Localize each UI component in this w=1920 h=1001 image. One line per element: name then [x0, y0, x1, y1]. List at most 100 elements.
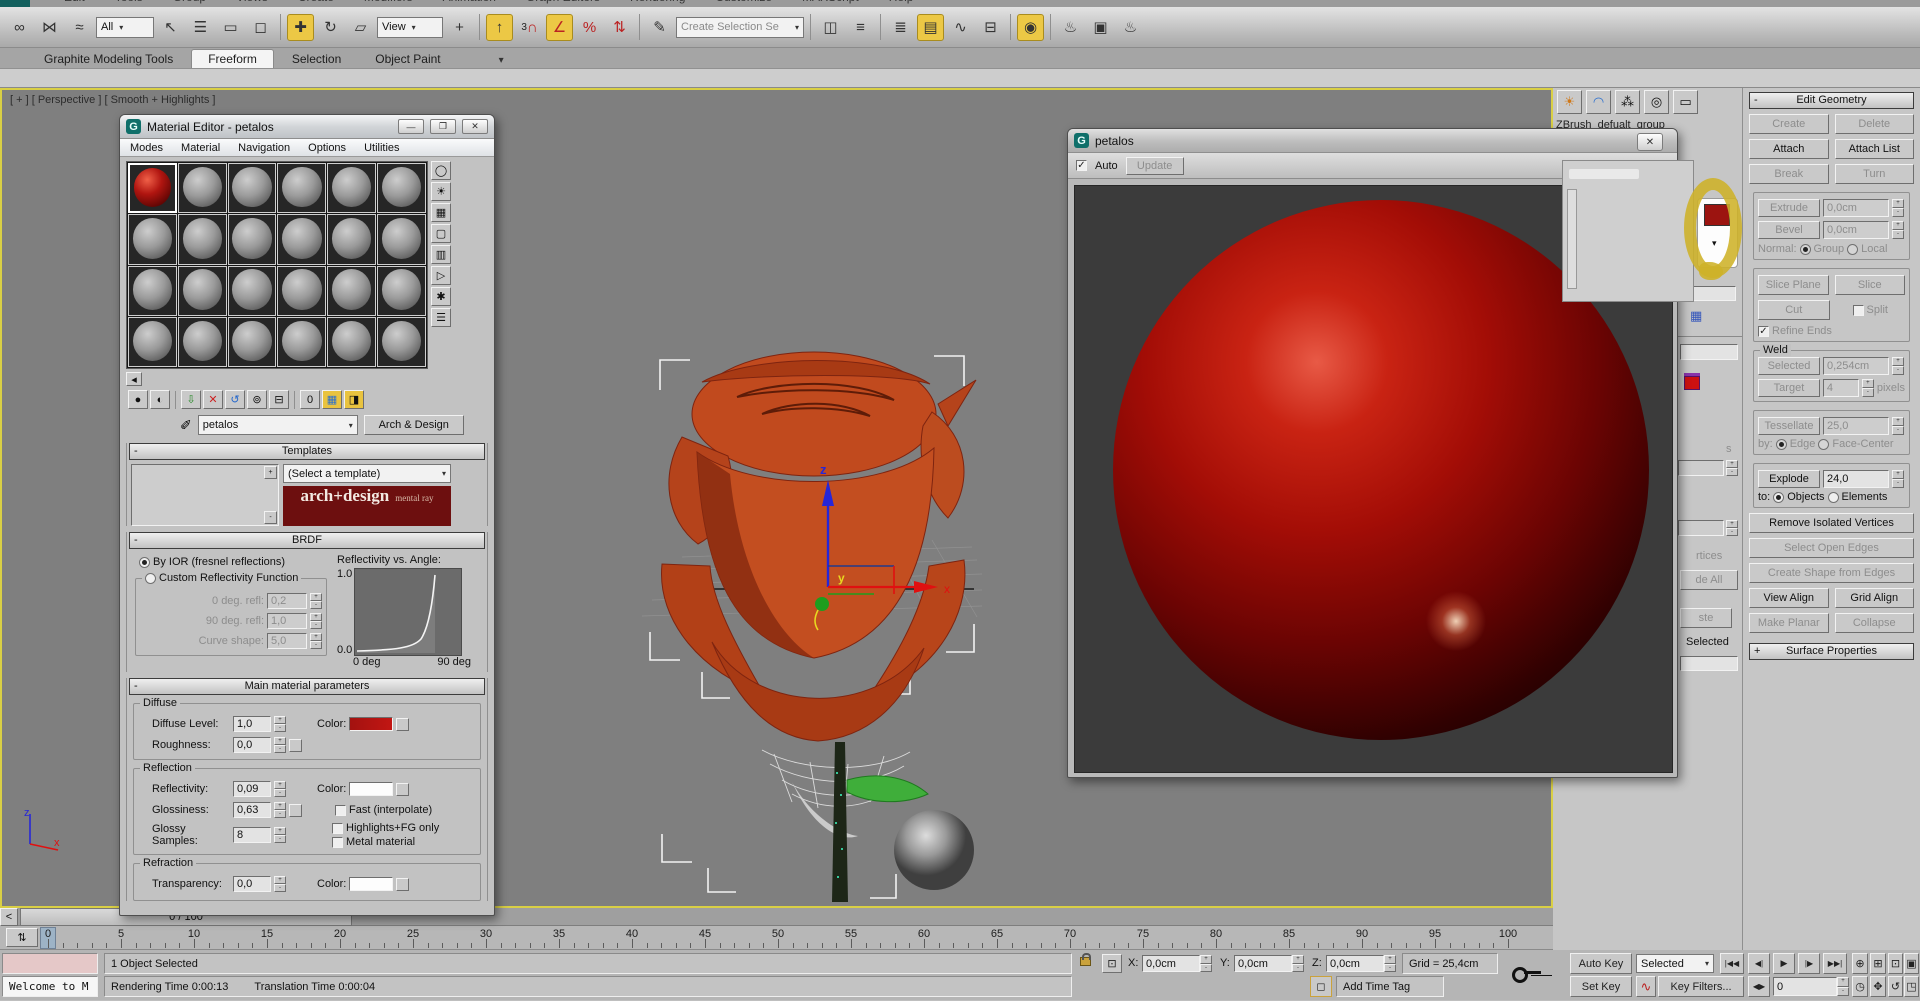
next-frame-icon[interactable]: |▶: [1798, 953, 1820, 974]
roughness-field[interactable]: 0,0: [233, 737, 271, 753]
menu-graph-editors[interactable]: Graph Editors: [526, 0, 600, 4]
select-object-icon[interactable]: ↖: [157, 14, 184, 41]
material-map-navigator-icon[interactable]: ☰: [431, 308, 451, 327]
scroll-down-icon[interactable]: -: [264, 511, 277, 524]
turn-button[interactable]: Turn: [1834, 164, 1914, 184]
sample-slot[interactable]: [177, 214, 227, 265]
sample-slot[interactable]: [327, 214, 377, 265]
tab-object-paint[interactable]: Object Paint: [359, 50, 456, 68]
weld-target-button[interactable]: Target: [1758, 379, 1820, 397]
percent-snap-icon[interactable]: %: [576, 14, 603, 41]
deg90-field[interactable]: 1,0: [267, 613, 307, 629]
unlink-selection-icon[interactable]: ⋈: [36, 14, 63, 41]
material-type-button[interactable]: Arch & Design: [363, 415, 464, 435]
zoom-icon[interactable]: ⊕: [1852, 953, 1868, 974]
preview-titlebar[interactable]: G petalos: [1068, 129, 1677, 153]
menu-maxscript[interactable]: MAXScript: [802, 0, 859, 4]
schematic-tree-icon[interactable]: ⁂: [1615, 90, 1640, 114]
tessellate-button[interactable]: Tessellate: [1758, 417, 1820, 435]
to-objects-radio[interactable]: [1773, 491, 1785, 503]
maximize-viewport-icon[interactable]: ◳: [1904, 976, 1919, 997]
weld-target-field[interactable]: 4: [1822, 379, 1859, 397]
edit-named-sets-icon[interactable]: ✎: [646, 14, 673, 41]
put-to-library-icon[interactable]: ⊟: [269, 390, 289, 409]
sample-slot[interactable]: [177, 316, 227, 367]
selection-lock-icon[interactable]: [1080, 953, 1091, 969]
refraction-map-button[interactable]: [396, 877, 410, 891]
menu-material[interactable]: Material: [181, 142, 220, 154]
sample-slot[interactable]: [277, 163, 327, 214]
brdf-rollout[interactable]: - BRDF: [129, 532, 485, 549]
sample-slot[interactable]: [277, 214, 327, 265]
sample-slot-grid[interactable]: [126, 161, 428, 369]
collapse-button[interactable]: Collapse: [1834, 613, 1914, 633]
grid-align-button[interactable]: Grid Align: [1834, 588, 1914, 608]
preview-close-button[interactable]: ✕: [1637, 133, 1663, 151]
select-by-name-icon[interactable]: ☰: [187, 14, 214, 41]
key-filters-button[interactable]: Key Filters...: [1658, 976, 1744, 997]
select-scale-icon[interactable]: ▱: [347, 14, 374, 41]
material-editor-icon[interactable]: ◉: [1017, 13, 1044, 41]
menu-customize[interactable]: Customize: [715, 0, 772, 4]
menu-create[interactable]: Create: [298, 0, 334, 4]
attach-button[interactable]: Attach: [1749, 139, 1829, 159]
key-step-icon[interactable]: ◀▶: [1748, 976, 1770, 997]
sample-slot[interactable]: [227, 214, 277, 265]
sample-slot[interactable]: [128, 265, 177, 316]
sample-slot[interactable]: [327, 265, 377, 316]
sample-type-icon[interactable]: ◯: [431, 161, 451, 180]
cut-button[interactable]: Cut: [1758, 300, 1830, 320]
templates-rollout[interactable]: - Templates: [129, 443, 485, 460]
maxscript-listener[interactable]: Welcome to M: [2, 976, 98, 997]
rendered-frame-window-icon[interactable]: ▣: [1087, 14, 1114, 41]
delete-button[interactable]: Delete: [1834, 114, 1914, 134]
rose-model[interactable]: z x y: [642, 342, 982, 902]
weld-selected-button[interactable]: Selected: [1758, 357, 1820, 375]
show-end-result-icon[interactable]: ◨: [344, 390, 364, 409]
extrude-field[interactable]: 0,0cm: [1823, 199, 1889, 217]
put-material-icon[interactable]: ◐: [150, 390, 170, 409]
curve-shape-field[interactable]: 5,0: [267, 633, 307, 649]
current-frame-field[interactable]: 0: [1773, 977, 1837, 996]
sample-slot[interactable]: [128, 214, 177, 265]
absolute-mode-icon[interactable]: ⊡: [1102, 954, 1122, 973]
by-face-center-radio[interactable]: [1818, 438, 1830, 450]
fast-interpolate-checkbox[interactable]: [335, 804, 346, 816]
normal-group-radio[interactable]: [1799, 243, 1811, 255]
roughness-map-button[interactable]: [289, 738, 302, 752]
sample-tiling-icon[interactable]: ▢: [431, 224, 451, 243]
sample-slot[interactable]: [177, 163, 227, 214]
metal-material-checkbox[interactable]: [332, 836, 343, 848]
glossy-samples-field[interactable]: 8: [233, 827, 271, 843]
keyboard-override-icon[interactable]: ↑: [486, 13, 513, 41]
menu-utilities[interactable]: Utilities: [364, 142, 399, 154]
refraction-color-swatch[interactable]: [349, 877, 394, 891]
reflection-color-swatch[interactable]: [349, 782, 394, 796]
target-icon[interactable]: ◎: [1644, 90, 1669, 114]
auto-key-button[interactable]: Auto Key: [1570, 953, 1632, 974]
slice-button[interactable]: Slice: [1834, 275, 1905, 295]
highlights-fg-checkbox[interactable]: [332, 822, 343, 834]
macro-recorder-box[interactable]: [2, 953, 98, 974]
sample-slot[interactable]: [327, 316, 377, 367]
create-button[interactable]: Create: [1749, 114, 1829, 134]
selection-filter-dropdown[interactable]: All ▾: [96, 16, 154, 38]
tessellate-field[interactable]: 25,0: [1823, 417, 1889, 435]
minimize-button[interactable]: —: [398, 119, 424, 134]
main-parameters-rollout[interactable]: - Main material parameters: [129, 678, 485, 695]
ribbon-minimize-icon[interactable]: ▾: [483, 53, 520, 68]
update-button[interactable]: Update: [1125, 156, 1184, 175]
menu-group[interactable]: Group: [173, 0, 206, 4]
auto-checkbox[interactable]: ✓: [1076, 160, 1087, 171]
menu-help[interactable]: Help: [889, 0, 914, 4]
time-slider-left-arrow[interactable]: <: [0, 908, 18, 926]
attach-list-button[interactable]: Attach List: [1834, 139, 1914, 159]
menu-views[interactable]: Views: [236, 0, 268, 4]
bevel-spinner[interactable]: + -: [1892, 221, 1904, 239]
menu-options[interactable]: Options: [308, 142, 346, 154]
tab-selection[interactable]: Selection: [276, 50, 357, 68]
snap-3d-icon[interactable]: 3 ∩: [516, 14, 543, 41]
edit-geometry-rollout[interactable]: - Edit Geometry: [1749, 92, 1914, 109]
menu-navigation[interactable]: Navigation: [238, 142, 290, 154]
transparency-field[interactable]: 0,0: [233, 876, 271, 892]
